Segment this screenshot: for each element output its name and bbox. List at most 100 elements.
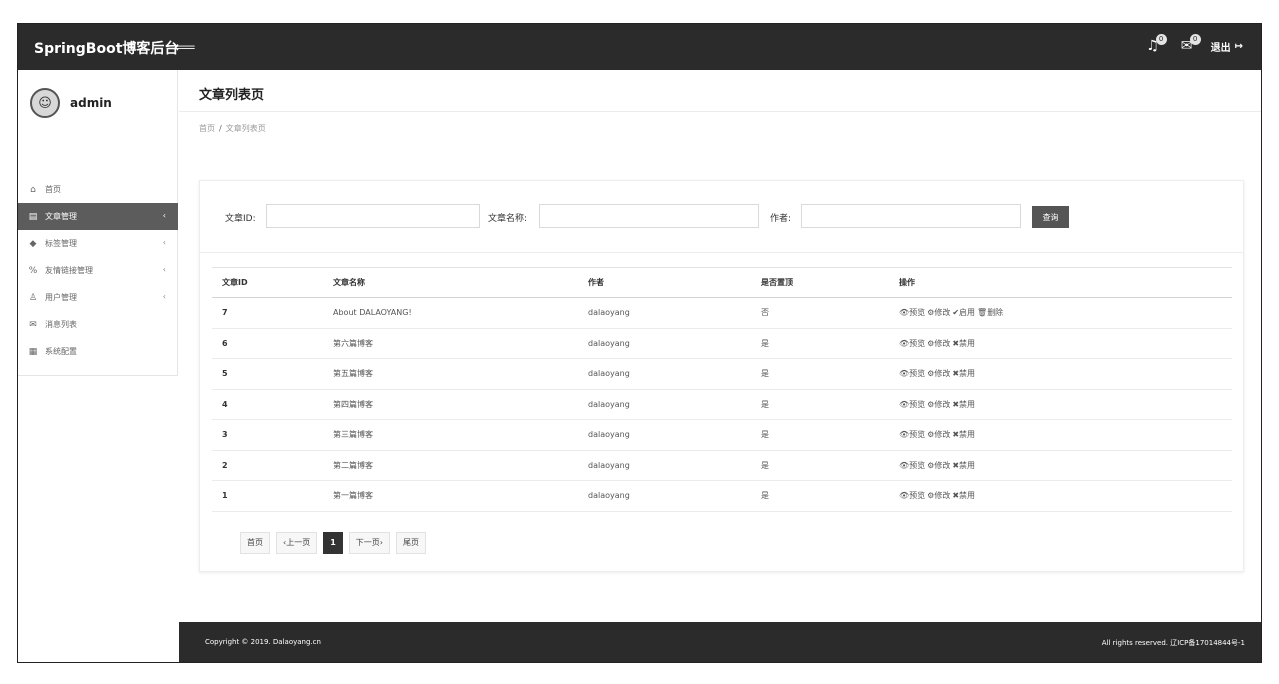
sidebar-item-home[interactable]: ⌂ 首页 [18, 176, 178, 203]
article-table: 文章ID 文章名称 作者 是否置顶 操作 7 About DALAOYANG! … [212, 267, 1232, 512]
user-icon: ♙ [28, 292, 38, 303]
preview-link[interactable]: 👁预览 [899, 430, 925, 439]
sidebar-item-tags[interactable]: ◆ 标签管理 ‹ [18, 230, 178, 257]
cell-author: dalaoyang [578, 328, 751, 359]
preview-link[interactable]: 👁预览 [899, 491, 925, 500]
disable-link[interactable]: ✖禁用 [952, 400, 975, 409]
username: admin [70, 96, 112, 110]
sidebar: ☺ admin ⌂ 首页 ▤ 文章管理 ‹ ◆ 标签管理 ‹ % 友情链接管理 ‹ ♙ 用户管理… [18, 70, 178, 376]
cell-pinned: 否 [751, 297, 889, 329]
bell-icon[interactable]: ♫ 0 [1143, 34, 1167, 57]
table-row: 6 第六篇博客 dalaoyang 是 👁预览 ⚙修改 ✖禁用 [212, 328, 1232, 359]
edit-link[interactable]: ⚙修改 [927, 491, 950, 500]
disable-link[interactable]: ✖禁用 [952, 339, 975, 348]
sidebar-item-label: 友情链接管理 [45, 266, 93, 275]
sidebar-item-articles[interactable]: ▤ 文章管理 ‹ [18, 203, 178, 230]
article-list-card: 文章ID: 文章名称: 作者: 查询 文章ID 文章名称 作者 是否置顶 操作 [199, 180, 1244, 572]
preview-link[interactable]: 👁预览 [899, 369, 925, 378]
logout-icon: ↦ [1234, 40, 1243, 52]
cell-id: 1 [212, 480, 323, 512]
edit-link[interactable]: ⚙修改 [927, 430, 950, 439]
edit-link[interactable]: ⚙修改 [927, 369, 950, 378]
preview-link[interactable]: 👁预览 [899, 339, 925, 348]
current-page-button[interactable]: 1 [323, 532, 343, 554]
sidebar-item-users[interactable]: ♙ 用户管理 ‹ [18, 284, 178, 311]
disable-link[interactable]: ✖禁用 [952, 491, 975, 500]
enable-link[interactable]: ✔启用 [952, 308, 975, 317]
cell-title: 第六篇博客 [323, 328, 578, 359]
disable-link[interactable]: ✖禁用 [952, 430, 975, 439]
article-title-input[interactable] [539, 204, 759, 228]
notification-badge: 0 [1155, 34, 1167, 45]
search-form: 文章ID: 文章名称: 作者: 查询 [200, 181, 1243, 253]
column-header-title: 文章名称 [323, 267, 578, 298]
preview-link[interactable]: 👁预览 [899, 400, 925, 409]
article-id-input[interactable] [266, 204, 480, 228]
chevron-left-icon: ‹ [162, 265, 166, 274]
sidebar-item-messages[interactable]: ✉ 消息列表 [18, 311, 178, 338]
edit-link[interactable]: ⚙修改 [927, 339, 950, 348]
disable-link[interactable]: ✖禁用 [952, 461, 975, 470]
sidebar-item-links[interactable]: % 友情链接管理 ‹ [18, 257, 178, 284]
top-actions: ♫ 0 ✉ 0 退出 ↦ [1143, 34, 1243, 57]
brand-title[interactable]: SpringBoot博客后台 [34, 38, 178, 58]
disable-link[interactable]: ✖禁用 [952, 369, 975, 378]
article-title-label: 文章名称: [488, 214, 528, 224]
cell-title: 第三篇博客 [323, 419, 578, 451]
table-row: 7 About DALAOYANG! dalaoyang 否 👁预览 ⚙修改 ✔启用… [212, 297, 1232, 329]
cell-pinned: 是 [751, 389, 889, 420]
sidebar-nav: ⌂ 首页 ▤ 文章管理 ‹ ◆ 标签管理 ‹ % 友情链接管理 ‹ ♙ 用户管理 ‹ ✉ 消息列表 … [18, 176, 178, 365]
author-input[interactable] [801, 204, 1021, 228]
menu-toggle-icon[interactable]: ⟸ [174, 38, 196, 56]
cell-pinned: 是 [751, 419, 889, 451]
sidebar-item-label: 标签管理 [45, 239, 77, 248]
cell-id: 3 [212, 419, 323, 451]
cell-title: 第四篇博客 [323, 389, 578, 420]
column-header-actions: 操作 [889, 267, 1232, 298]
chevron-left-icon: ‹ [162, 238, 166, 247]
chevron-left-icon: ‹ [162, 211, 166, 220]
rights-text: All rights reserved. 辽ICP备17014844号-1 [1101, 639, 1245, 647]
message-badge: 0 [1189, 34, 1201, 45]
logout-button[interactable]: 退出 ↦ [1211, 39, 1243, 54]
last-page-button[interactable]: 尾页 [395, 532, 426, 554]
settings-icon: ▦ [28, 346, 38, 357]
cell-title: 第五篇博客 [323, 358, 578, 390]
next-page-button[interactable]: 下一页› [348, 532, 390, 554]
cell-title: About DALAOYANG! [323, 297, 578, 329]
mail-icon[interactable]: ✉ 0 [1177, 34, 1201, 57]
home-icon: ⌂ [30, 184, 36, 195]
preview-link[interactable]: 👁预览 [899, 461, 925, 470]
delete-link[interactable]: 🗑删除 [977, 308, 1003, 317]
preview-link[interactable]: 👁预览 [899, 308, 925, 317]
search-button[interactable]: 查询 [1032, 206, 1069, 228]
edit-link[interactable]: ⚙修改 [927, 461, 950, 470]
breadcrumb-separator: / [219, 124, 222, 133]
sidebar-item-label: 文章管理 [45, 212, 77, 221]
edit-link[interactable]: ⚙修改 [927, 308, 950, 317]
breadcrumb-home[interactable]: 首页 [199, 124, 215, 133]
cell-pinned: 是 [751, 328, 889, 359]
pagination: 首页 ‹上一页 1 下一页› 尾页 [240, 532, 426, 554]
cell-author: dalaoyang [578, 389, 751, 420]
message-icon: ✉ [29, 319, 37, 330]
cell-title: 第二篇博客 [323, 450, 578, 481]
logout-label: 退出 [1210, 42, 1231, 54]
main-content: 文章列表页 首页 / 文章列表页 文章ID: 文章名称: 作者: 查询 文章ID 文… [179, 70, 1261, 622]
footer: Copyright © 2019. Dalaoyang.cn All right… [179, 622, 1261, 662]
first-page-button[interactable]: 首页 [240, 532, 270, 554]
cell-id: 6 [212, 328, 323, 359]
cell-actions: 👁预览 ⚙修改 ✖禁用 [889, 419, 1232, 451]
article-id-label: 文章ID: [225, 214, 256, 224]
cell-title: 第一篇博客 [323, 480, 578, 512]
link-icon: % [28, 265, 38, 276]
table-header-row: 文章ID 文章名称 作者 是否置顶 操作 [212, 267, 1232, 298]
edit-link[interactable]: ⚙修改 [927, 400, 950, 409]
prev-page-button[interactable]: ‹上一页 [276, 532, 318, 554]
table-row: 3 第三篇博客 dalaoyang 是 👁预览 ⚙修改 ✖禁用 [212, 419, 1232, 451]
cell-author: dalaoyang [578, 480, 751, 512]
sidebar-item-settings[interactable]: ▦ 系统配置 [18, 338, 178, 365]
app-window: SpringBoot博客后台 ⟸ ♫ 0 ✉ 0 退出 ↦ ☺ admin ⌂ 首页 ▤… [17, 23, 1262, 663]
cell-actions: 👁预览 ⚙修改 ✖禁用 [889, 358, 1232, 390]
breadcrumb-current: 文章列表页 [225, 124, 266, 133]
